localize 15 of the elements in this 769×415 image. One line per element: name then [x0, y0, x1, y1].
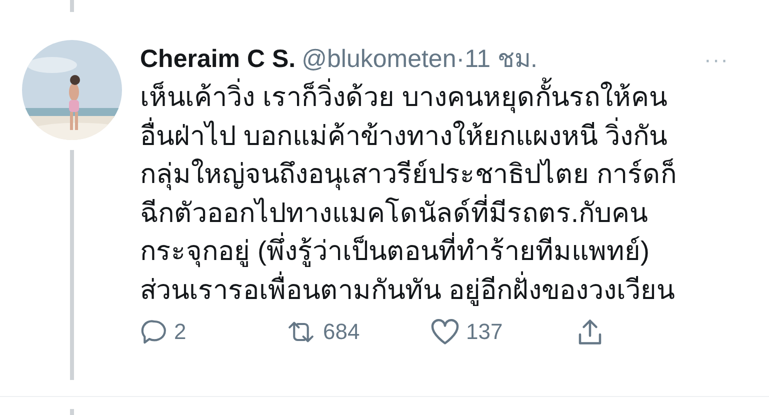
reply-count: 2 — [174, 319, 186, 345]
separator-dot: · — [456, 45, 465, 74]
tweet-text-line: เห็นเค้าวิ่ง เราก็วิ่งด้วย บางคนหยุดกั้นรถให้คน — [140, 78, 729, 116]
user-handle[interactable]: @blukometen — [302, 45, 456, 74]
tweet-text-line: ส่วนเรารอเพื่อนตามกันทัน อยู่อีกฝั่งของวงเวียน — [140, 270, 729, 309]
user-name[interactable]: Cheraim C S. — [140, 45, 296, 74]
like-count: 137 — [466, 319, 503, 345]
tweet-text-line: ฉีกตัวออกไปทางแมคโดนัลด์ที่มีรถตร.กับคน — [140, 194, 729, 232]
heart-icon[interactable] — [430, 318, 460, 346]
reply-icon[interactable] — [140, 318, 168, 346]
tweet-text-line: อื่นฝ่าไป บอกแม่ค้าข้างทางให้ยกแผงหนี วิ่งกัน — [140, 116, 729, 155]
post-time[interactable]: 11 ชม. — [464, 38, 538, 78]
tweet-text-line: กลุ่มใหญ่จนถึงอนุเสาวรีย์ประชาธิปไตย การ์ดก็ — [140, 157, 678, 192]
tweet-text-line: กระจุกอยู่ (พึ่งรู้ว่าเป็นตอนที่ทำร้ายทีมแพทย์) — [140, 232, 729, 270]
retweet-count: 684 — [323, 319, 360, 345]
